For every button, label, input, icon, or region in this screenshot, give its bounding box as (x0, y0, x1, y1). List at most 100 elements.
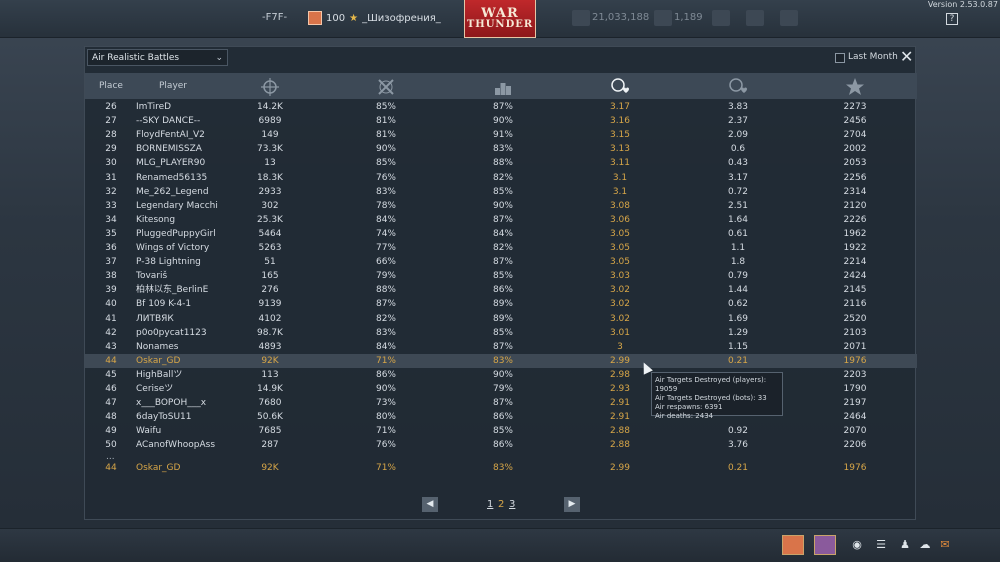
table-row[interactable]: 29 BORNEMISSZA 73.3K 90% 83% 3.13 0.6 2002 (85, 142, 917, 156)
table-row[interactable]: 27 --SKY DANCE-- 6989 81% 90% 3.16 2.37 2456 (85, 114, 917, 128)
cell-stat2: 79% (375, 271, 396, 282)
table-row[interactable]: 45 HighBallツ 113 86% 90% 2.98 2203 (85, 368, 917, 382)
mode-select[interactable]: Air Realistic Battles ⌄ (87, 49, 228, 66)
chat-icon[interactable]: ☁ (918, 538, 932, 552)
podium-icon[interactable] (492, 76, 514, 98)
table-row[interactable]: 40 Bf 109 K-4-1 9139 87% 89% 3.02 0.62 2116 (85, 297, 917, 311)
cell-player: Nonames (136, 341, 179, 352)
cell-stat5: 0.21 (727, 355, 749, 366)
self-row[interactable]: 44 Oskar_GD 92K 71% 83% 2.99 0.21 1976 (85, 461, 917, 475)
cell-kd: 2.93 (609, 384, 631, 394)
cell-place: 29 (105, 144, 117, 155)
cell-stat3: 87% (492, 257, 513, 268)
cell-rating: 2103 (843, 327, 867, 338)
cell-kd: 3.1 (612, 186, 628, 197)
player-level: 100 (326, 12, 346, 24)
cell-place: 33 (105, 200, 117, 211)
cell-battles: 18.3K (257, 172, 283, 183)
friends-icon[interactable]: ♟ (898, 538, 912, 552)
ground-kills-per-death-icon[interactable] (727, 76, 749, 98)
kills-per-death-icon[interactable] (609, 76, 631, 98)
prev-page-button[interactable]: ◀ (422, 497, 438, 512)
premium-icon[interactable] (746, 10, 764, 26)
cell-stat2: 74% (375, 228, 396, 239)
table-row[interactable]: 39 柏林以东_BerlinE 276 88% 86% 3.02 1.44 2145 (85, 283, 917, 297)
cell-battles: 92K (261, 463, 279, 473)
rating-star-icon[interactable] (844, 76, 866, 98)
mail-icon[interactable]: ✉ (938, 538, 952, 552)
cell-player: Renamed56135 (136, 172, 208, 183)
table-row[interactable]: 36 Wings of Victory 5263 77% 82% 3.05 1.1 1922 (85, 241, 917, 255)
crossed-swords-icon[interactable] (375, 76, 397, 98)
cell-stat3: 82% (492, 172, 513, 183)
page-1-link[interactable]: 1 (487, 499, 493, 510)
table-row[interactable]: 37 P-38 Lightning 51 66% 87% 3.05 1.8 2214 (85, 255, 917, 269)
table-row[interactable]: 28 FloydFentAI_V2 149 81% 91% 3.15 2.09 2704 (85, 128, 917, 142)
table-row[interactable]: 33 Legendary Macchi 302 78% 90% 3.08 2.51 2120 (85, 199, 917, 213)
cell-player: ЛИТВЯК (136, 313, 174, 324)
cell-stat3: 91% (492, 130, 513, 141)
cell-kd: 3.13 (609, 144, 631, 155)
tooltip-line: Air Targets Destroyed (players): 19059 (655, 376, 767, 393)
header-place[interactable]: Place (99, 81, 123, 91)
cell-stat3: 83% (492, 463, 513, 473)
cell-stat2: 78% (375, 200, 396, 211)
close-icon[interactable]: ✕ (900, 48, 913, 66)
store-icon[interactable] (780, 10, 798, 26)
page-3-link[interactable]: 3 (509, 499, 515, 510)
table-row[interactable]: 47 x___BOPOH___x 7680 73% 87% 2.91 2197 (85, 396, 917, 410)
table-row[interactable]: 49 Waifu 7685 71% 85% 2.88 0.92 2070 (85, 424, 917, 438)
table-row[interactable]: 50 ACanofWhoopAss 287 76% 86% 2.88 3.76 2206 (85, 438, 917, 452)
cell-place: 45 (105, 369, 117, 380)
cell-kd: 3.05 (609, 243, 631, 253)
cell-player: P-38 Lightning (136, 257, 201, 268)
table-row[interactable]: 31 Renamed56135 18.3K 76% 82% 3.1 3.17 2256 (85, 171, 917, 185)
table-row[interactable]: 41 ЛИТВЯК 4102 82% 89% 3.02 1.69 2520 (85, 312, 917, 326)
cell-place: 47 (105, 398, 117, 409)
cell-player: Wings of Victory (136, 243, 210, 253)
cell-rating: 2070 (843, 426, 867, 437)
table-row[interactable]: 38 Tovariš 165 79% 85% 3.03 0.79 2424 (85, 269, 917, 283)
cell-player: HighBallツ (136, 369, 183, 380)
cell-battles: 149 (261, 130, 279, 141)
last-month-label[interactable]: Last Month (848, 52, 898, 62)
cell-place: 35 (105, 228, 117, 239)
cell-stat3: 86% (492, 440, 513, 451)
page-1-label: 1 (487, 499, 494, 510)
cell-stat3: 90% (492, 369, 513, 380)
player-badge[interactable]: 100 ★ _Шизофрения_ (308, 8, 441, 28)
table-row[interactable]: 35 PluggedPuppyGirl 5464 74% 84% 3.05 0.61 1962 (85, 227, 917, 241)
table-row[interactable]: 43 Nonames 4893 84% 87% 3 1.15 2071 (85, 340, 917, 354)
table-row[interactable]: 42 p0o0pycat1123 98.7K 83% 85% 3.01 1.29 2103 (85, 326, 917, 340)
cell-stat3: 87% (492, 102, 513, 112)
next-page-button[interactable]: ▶ (564, 497, 580, 512)
cell-player: 6dayToSU11 (136, 412, 192, 423)
squad-avatar[interactable] (814, 535, 836, 555)
table-row[interactable]: 26 ImTireD 14.2K 85% 87% 3.17 3.83 2273 (85, 100, 917, 114)
cell-kd: 2.99 (609, 463, 631, 473)
boost-icon[interactable] (712, 10, 730, 26)
table-row[interactable]: 46 Ceriseツ 14.9K 90% 79% 2.93 1790 (85, 382, 917, 396)
star-icon: ★ (349, 12, 359, 24)
last-month-checkbox[interactable] (835, 53, 845, 63)
table-row[interactable]: 44 Oskar_GD 92K 71% 83% 2.99 0.21 1976 (85, 353, 917, 368)
war-thunder-logo[interactable]: WAR THUNDER (464, 0, 536, 38)
table-row[interactable]: 48 6dayToSU11 50.6K 80% 86% 2.91 2464 (85, 410, 917, 424)
cell-kd: 2.98 (609, 369, 631, 380)
table-row[interactable]: 30 MLG_PLAYER90 13 85% 88% 3.11 0.43 2053 (85, 156, 917, 170)
table-row[interactable]: 34 Kitesong 25.3K 84% 87% 3.06 1.64 2226 (85, 213, 917, 227)
squadron-icon[interactable]: ◉ (850, 538, 864, 552)
header-player[interactable]: Player (159, 81, 187, 91)
help-icon[interactable]: ? (946, 13, 958, 25)
tooltip-line: Air Targets Destroyed (bots): 33 (655, 394, 767, 402)
squadron-tag[interactable]: -F7F- (262, 12, 287, 23)
cell-kd: 3.06 (609, 214, 631, 225)
cell-stat5: 0.72 (727, 186, 749, 197)
battles-icon[interactable] (259, 76, 281, 98)
cell-stat5: 0.43 (727, 158, 749, 169)
cell-stat2: 88% (375, 285, 396, 296)
list-icon[interactable]: ☰ (874, 538, 888, 552)
player-avatar[interactable] (782, 535, 804, 555)
table-row[interactable]: 32 Me_262_Legend 2933 83% 85% 3.1 0.72 2314 (85, 185, 917, 199)
cell-kd: 2.99 (609, 355, 631, 366)
